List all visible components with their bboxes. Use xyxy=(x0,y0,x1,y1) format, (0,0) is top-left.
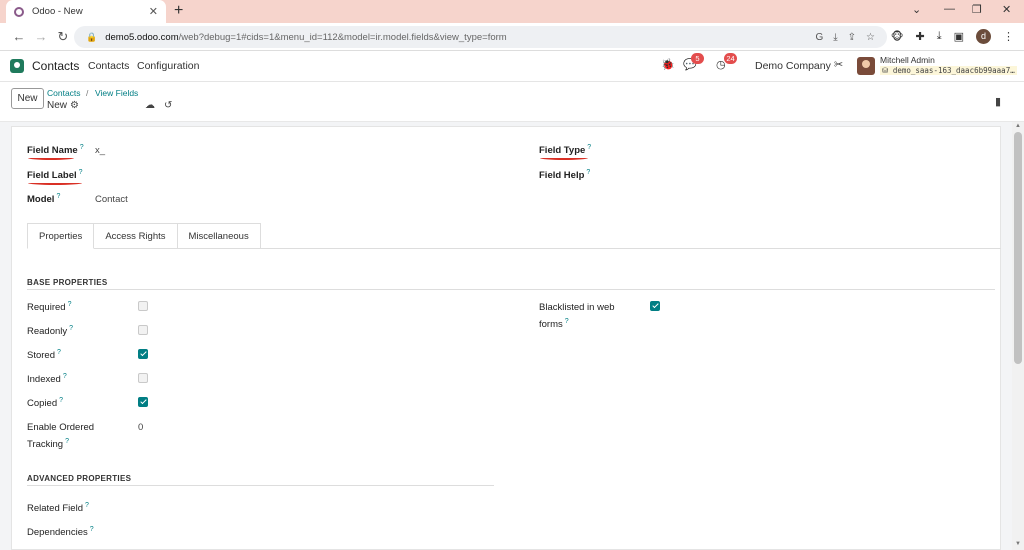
required-checkbox[interactable] xyxy=(138,301,148,311)
browser-tab-title: Odoo - New xyxy=(32,6,83,17)
address-bar[interactable]: 🔒 demo5.odoo.com/web?debug=1#cids=1&menu… xyxy=(74,26,887,48)
base-properties-title: BASE PROPERTIES xyxy=(27,278,108,287)
form-sheet xyxy=(11,126,1001,550)
contacts-app-icon[interactable] xyxy=(10,59,24,73)
browser-tab[interactable]: Odoo - New ✕ xyxy=(6,0,166,23)
company-switcher[interactable]: Demo Company xyxy=(755,60,831,72)
section-divider xyxy=(27,485,494,486)
share-icon[interactable]: ⇪ xyxy=(848,32,856,43)
dependencies-input[interactable] xyxy=(138,526,488,540)
reload-icon[interactable]: ↻ xyxy=(52,29,74,45)
indexed-checkbox[interactable] xyxy=(138,373,148,383)
copied-checkbox[interactable] xyxy=(138,397,148,407)
browser-toolbar: ← → ↻ 🔒 demo5.odoo.com/web?debug=1#cids=… xyxy=(0,23,1024,51)
related-field-input[interactable] xyxy=(138,502,488,516)
required-label: Required? xyxy=(27,301,72,314)
minimize-icon[interactable]: — xyxy=(944,3,955,15)
tracking-input[interactable]: 0 xyxy=(138,422,143,433)
profile-avatar[interactable]: d xyxy=(976,29,991,44)
tab-divider xyxy=(27,248,1001,249)
extension-monkey-icon[interactable]: 🐵 xyxy=(891,30,904,43)
close-tab-icon[interactable]: ✕ xyxy=(149,5,158,18)
google-icon[interactable]: G xyxy=(815,32,823,43)
install-icon[interactable]: ⤓ xyxy=(833,32,837,43)
extensions-puzzle-icon[interactable]: ✚ xyxy=(916,30,925,43)
field-name-input[interactable]: x_ xyxy=(95,145,105,156)
related-field-label: Related Field? xyxy=(27,502,89,515)
advanced-properties-title: ADVANCED PROPERTIES xyxy=(27,474,132,483)
lock-icon[interactable]: 🔒 xyxy=(86,32,97,43)
bookmark-icon[interactable]: ▮ xyxy=(995,95,1001,108)
model-label: Model? xyxy=(27,193,61,206)
scrollbar-thumb[interactable] xyxy=(1014,132,1022,364)
back-arrow-icon[interactable]: ← xyxy=(8,29,30,44)
discard-undo-icon[interactable]: ↺ xyxy=(164,100,172,111)
dependencies-label: Dependencies? xyxy=(27,526,94,539)
field-label-input[interactable] xyxy=(95,169,475,183)
tab-list-chevron-icon[interactable]: ⌄ xyxy=(912,3,921,16)
breadcrumb-separator: / xyxy=(86,88,89,98)
stored-label: Stored? xyxy=(27,349,61,362)
odoo-favicon-icon xyxy=(14,6,24,17)
sidepanel-icon[interactable]: ▣ xyxy=(954,30,964,43)
control-panel: New Contacts / View Fields New ⚙ ☁ ↺ ▮ xyxy=(0,82,1024,122)
close-window-icon[interactable]: ✕ xyxy=(1002,3,1011,16)
blacklisted-checkbox[interactable] xyxy=(650,301,660,311)
download-icon[interactable]: ⤓ xyxy=(937,30,942,43)
form-tabs: Properties Access Rights Miscellaneous xyxy=(27,223,261,249)
menu-configuration[interactable]: Configuration xyxy=(137,60,199,72)
debug-bug-icon[interactable]: 🐞 xyxy=(661,58,675,71)
tab-properties[interactable]: Properties xyxy=(27,223,95,249)
field-type-select[interactable] xyxy=(610,145,990,159)
field-type-label: Field Type? xyxy=(539,144,592,157)
user-name[interactable]: Mitchell Admin xyxy=(880,55,935,65)
stored-checkbox[interactable] xyxy=(138,349,148,359)
section-divider xyxy=(27,289,995,290)
breadcrumb-view-fields[interactable]: View Fields xyxy=(95,88,138,98)
tab-miscellaneous[interactable]: Miscellaneous xyxy=(176,223,261,249)
field-help-input[interactable] xyxy=(610,169,990,183)
record-name: New xyxy=(47,100,68,111)
breadcrumb-contacts[interactable]: Contacts xyxy=(47,88,81,98)
gear-icon[interactable]: ⚙ xyxy=(70,100,79,111)
activities-badge: 24 xyxy=(724,53,737,64)
field-help-label: Field Help? xyxy=(539,169,591,182)
field-name-label: Field Name? xyxy=(27,144,84,157)
app-name[interactable]: Contacts xyxy=(32,59,79,73)
readonly-label: Readonly? xyxy=(27,325,74,338)
odoo-navbar: Contacts Contacts Configuration 🐞 💬 5 ◷ 24… xyxy=(0,51,1024,82)
bookmark-star-icon[interactable]: ☆ xyxy=(866,32,875,43)
readonly-checkbox[interactable] xyxy=(138,325,148,335)
field-label-label: Field Label? xyxy=(27,169,83,182)
spellcheck-underline xyxy=(28,156,74,160)
settings-tools-icon[interactable]: ✂ xyxy=(834,58,843,71)
indexed-label: Indexed? xyxy=(27,373,67,386)
url-text[interactable]: demo5.odoo.com/web?debug=1#cids=1&menu_i… xyxy=(105,32,815,43)
scroll-down-arrow-icon[interactable]: ▼ xyxy=(1015,541,1021,547)
database-icon: ⛁ xyxy=(882,66,893,75)
maximize-icon[interactable]: ❐ xyxy=(972,3,982,16)
scroll-up-arrow-icon[interactable]: ▲ xyxy=(1015,123,1021,129)
spellcheck-underline xyxy=(540,156,588,160)
tab-access-rights[interactable]: Access Rights xyxy=(93,223,178,249)
spellcheck-underline xyxy=(28,181,82,185)
user-avatar[interactable] xyxy=(857,57,875,75)
new-button[interactable]: New xyxy=(11,88,44,109)
copied-label: Copied? xyxy=(27,397,64,410)
browser-menu-icon[interactable]: ⋮ xyxy=(1003,30,1014,43)
menu-contacts[interactable]: Contacts xyxy=(88,60,129,72)
database-name: ⛁ demo_saas-163_daac6b99aaa7… xyxy=(880,66,1017,75)
tracking-label: Enable Ordered Tracking? xyxy=(27,422,95,451)
messages-icon[interactable]: 💬 5 xyxy=(683,53,704,71)
model-value[interactable]: Contact xyxy=(95,194,128,205)
browser-tab-bar: Odoo - New ✕ + ⌄ — ❐ ✕ xyxy=(0,0,1024,23)
forward-arrow-icon[interactable]: → xyxy=(30,29,52,44)
blacklisted-label: Blacklisted in web forms? xyxy=(539,302,615,331)
activities-clock-icon[interactable]: ◷ 24 xyxy=(716,53,737,71)
new-tab-icon[interactable]: + xyxy=(174,2,183,20)
messages-badge: 5 xyxy=(691,53,704,64)
save-cloud-icon[interactable]: ☁ xyxy=(145,100,155,111)
